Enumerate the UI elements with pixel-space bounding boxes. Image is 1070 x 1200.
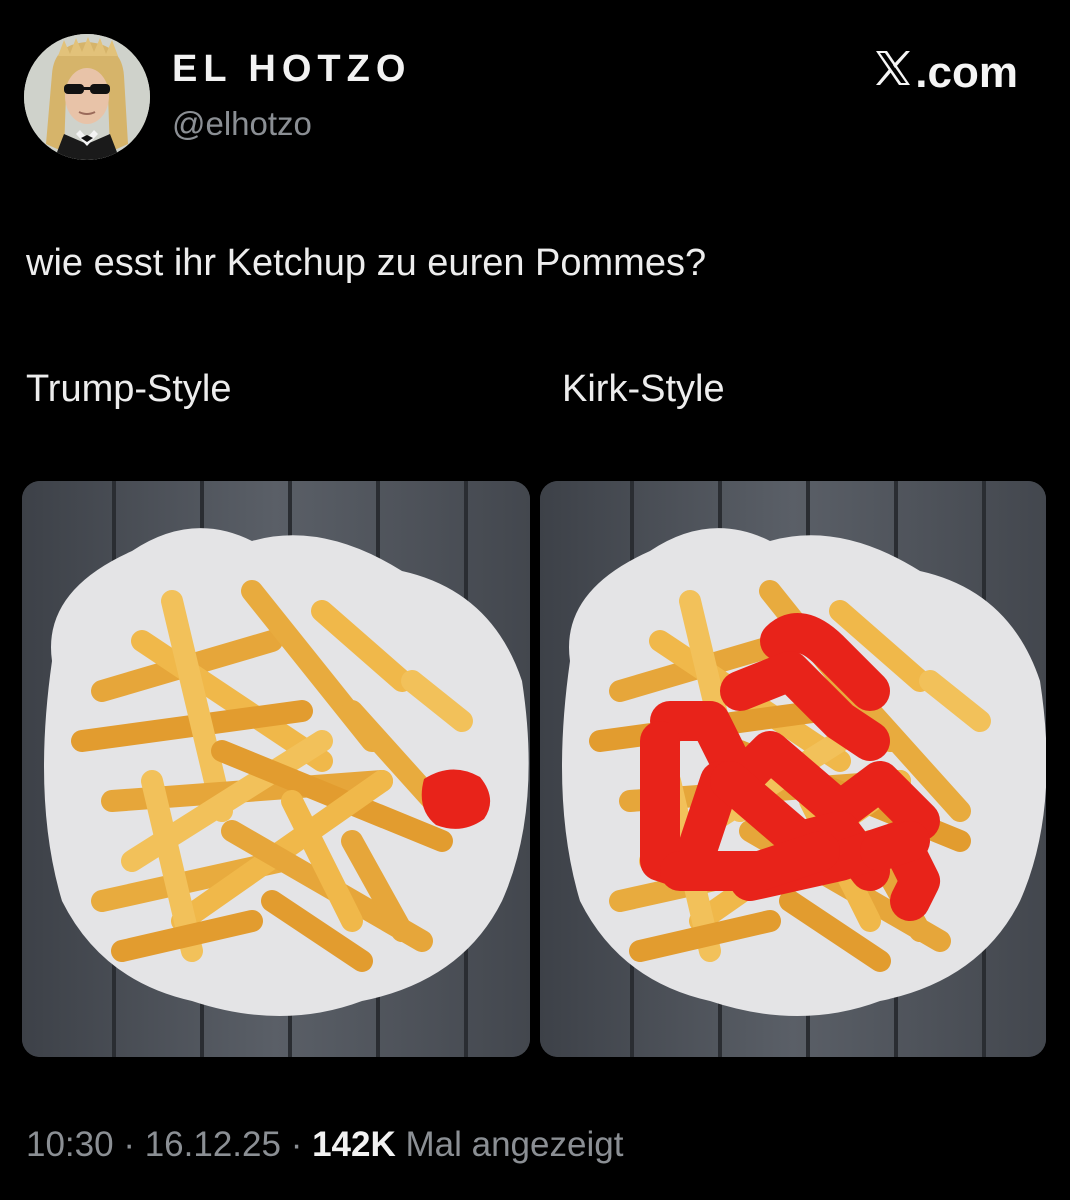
brand-label: .com [915,48,1018,97]
fries-photo-kirk-style[interactable] [540,481,1046,1057]
avatar-image [24,34,150,160]
views-count[interactable]: 142K [312,1125,396,1164]
meta-separator: · [123,1125,135,1164]
x-logo-icon [873,48,913,99]
views-label: Mal angezeigt [405,1125,624,1164]
avatar[interactable] [24,34,150,160]
meta-separator: · [290,1125,303,1164]
ketchup-dot [421,769,491,829]
user-handle[interactable]: @elhotzo [172,104,312,144]
post-meta: 10:30 · 16.12.25 · 142K Mal angezeigt [26,1120,623,1170]
tweet-card: EL HOTZO @elhotzo .com wie esst ihr Ketc… [0,0,1070,1200]
brand-watermark: .com [873,46,1018,100]
image-caption-left: Trump-Style [26,368,232,410]
post-time[interactable]: 10:30 [26,1125,114,1164]
fries-photo-trump-style[interactable] [22,481,530,1057]
image-caption-right: Kirk-Style [562,368,725,410]
tweet-text: wie esst ihr Ketchup zu euren Pommes? [26,242,707,284]
post-date[interactable]: 16.12.25 [145,1125,281,1164]
display-name[interactable]: EL HOTZO [172,46,411,92]
